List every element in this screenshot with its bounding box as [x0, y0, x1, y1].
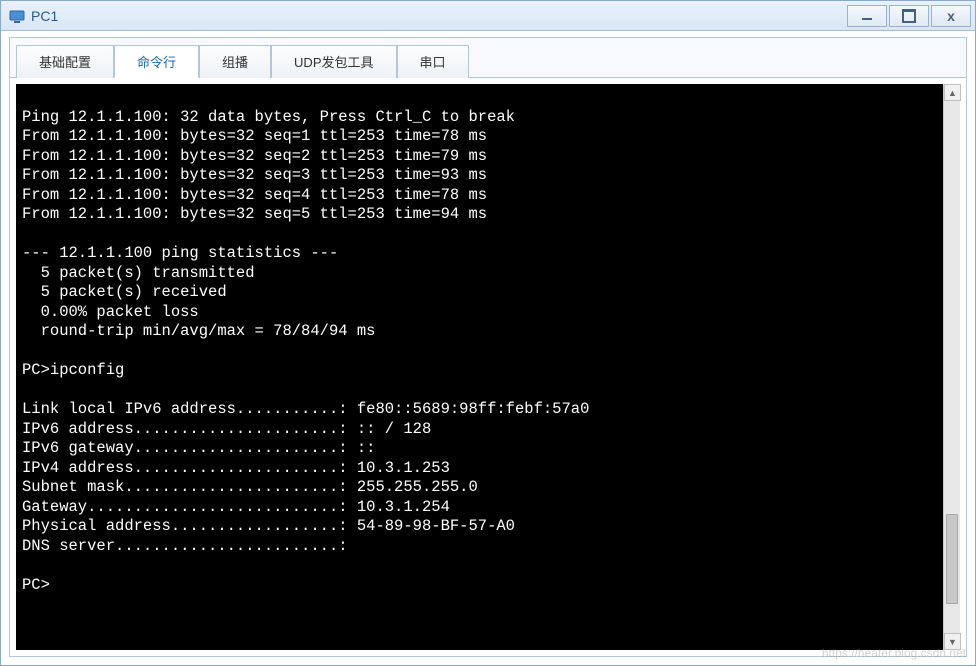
- window-controls: x: [847, 5, 971, 27]
- tab-bar: 基础配置 命令行 组播 UDP发包工具 串口: [10, 38, 966, 78]
- scroll-down-button[interactable]: ▼: [944, 633, 961, 650]
- content-frame: 基础配置 命令行 组播 UDP发包工具 串口 Ping 12.1.1.100: …: [9, 37, 967, 657]
- terminal-container: Ping 12.1.1.100: 32 data bytes, Press Ct…: [16, 84, 960, 650]
- app-icon: [9, 8, 25, 24]
- tab-multicast[interactable]: 组播: [199, 45, 271, 78]
- tab-udp-tool[interactable]: UDP发包工具: [271, 45, 396, 78]
- close-button[interactable]: x: [931, 5, 971, 27]
- scroll-thumb[interactable]: [946, 514, 958, 604]
- minimize-button[interactable]: [847, 5, 887, 27]
- tab-basic-config[interactable]: 基础配置: [16, 45, 114, 78]
- terminal-scrollbar[interactable]: ▲ ▼: [943, 84, 960, 650]
- window-title: PC1: [31, 8, 847, 24]
- tab-cli[interactable]: 命令行: [114, 45, 199, 78]
- app-window: PC1 x 基础配置 命令行 组播 UDP发包工具 串口 Ping 12.1.1…: [0, 0, 976, 666]
- scroll-up-button[interactable]: ▲: [944, 84, 961, 101]
- terminal-output[interactable]: Ping 12.1.1.100: 32 data bytes, Press Ct…: [16, 84, 943, 650]
- titlebar[interactable]: PC1 x: [1, 1, 975, 31]
- maximize-button[interactable]: [889, 5, 929, 27]
- tab-serial[interactable]: 串口: [397, 45, 469, 78]
